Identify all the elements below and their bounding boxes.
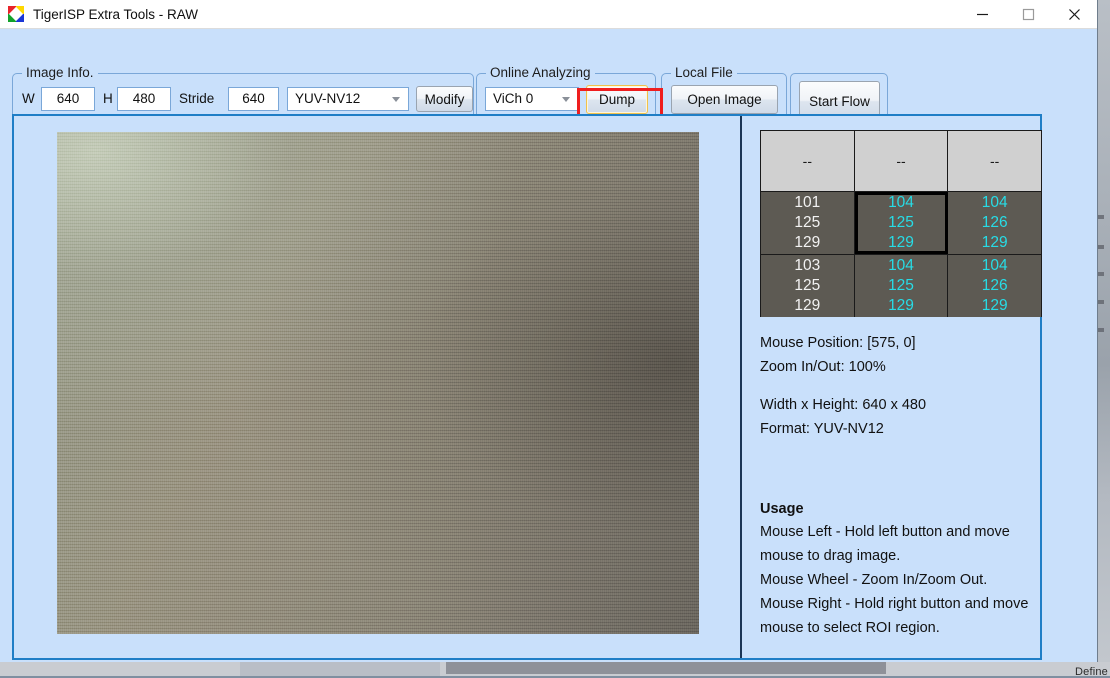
pixel-y-value: 101 (794, 193, 820, 213)
table-header-cell: -- (855, 131, 949, 191)
pixel-y-value: 103 (794, 256, 820, 276)
table-row: 101 125 129 104 125 129 104 126 129 (761, 191, 1041, 254)
image-status-readout: Mouse Position: [575, 0] Zoom In/Out: 10… (760, 331, 1042, 441)
pixel-y-value: 104 (888, 193, 914, 213)
zoom-level-text: Zoom In/Out: 100% (760, 355, 1042, 379)
channel-select-value: ViCh 0 (493, 88, 533, 110)
close-icon[interactable] (1051, 0, 1097, 28)
stride-input[interactable]: 640 (228, 87, 279, 111)
table-cell-selected[interactable]: 104 125 129 (855, 192, 949, 254)
usage-line: Mouse Left - Hold left button and move (760, 520, 1050, 544)
taskbar-window-strip[interactable] (446, 662, 886, 674)
channel-select[interactable]: ViCh 0 (485, 87, 579, 111)
table-header-cell: -- (948, 131, 1041, 191)
table-header-cell: -- (761, 131, 855, 191)
table-header-text: -- (896, 153, 905, 169)
pixel-v-value: 129 (888, 296, 914, 316)
format-select[interactable]: YUV-NV12 (287, 87, 409, 111)
app-diamond-icon (8, 6, 24, 22)
pixel-u-value: 126 (982, 276, 1008, 296)
usage-line: mouse to drag image. (760, 544, 1050, 568)
table-cell[interactable]: 104 126 129 (948, 192, 1041, 254)
usage-help: Usage Mouse Left - Hold left button and … (760, 498, 1050, 640)
pixel-u-value: 125 (888, 276, 914, 296)
pixel-u-value: 125 (794, 213, 820, 233)
usage-title: Usage (760, 498, 1050, 520)
height-input[interactable]: 480 (117, 87, 171, 111)
toolbar: Image Info. W 640 H 480 Stride 640 YUV-N… (0, 29, 1097, 113)
width-label: W (22, 91, 35, 107)
spacer (760, 379, 1042, 393)
chevron-down-icon (562, 97, 570, 102)
table-header-text: -- (803, 153, 812, 169)
raw-image-preview[interactable] (57, 132, 699, 634)
pixel-y-value: 104 (982, 193, 1008, 213)
pixel-value-table[interactable]: -- -- -- 101 125 129 (760, 130, 1042, 317)
minimize-icon[interactable] (959, 0, 1005, 28)
title-bar[interactable]: TigerISP Extra Tools - RAW (0, 0, 1097, 29)
stride-label: Stride (179, 91, 214, 107)
taskbar-tray[interactable]: Define (1080, 662, 1110, 676)
modify-button[interactable]: Modify (416, 86, 473, 112)
taskbar-text: Define (1075, 666, 1108, 678)
table-cell[interactable]: 104 125 129 (855, 255, 949, 317)
pixel-v-value: 129 (794, 296, 820, 316)
pixel-u-value: 125 (888, 213, 914, 233)
table-cell[interactable]: 104 126 129 (948, 255, 1041, 317)
taskbar-item[interactable] (240, 662, 440, 676)
width-input[interactable]: 640 (41, 87, 95, 111)
table-header-text: -- (990, 153, 999, 169)
group-image-info-caption: Image Info. (22, 65, 98, 80)
group-local-file-caption: Local File (671, 65, 737, 80)
pixel-u-value: 126 (982, 213, 1008, 233)
application-window: TigerISP Extra Tools - RAW Image Info. W… (0, 0, 1098, 662)
table-row-header: -- -- -- (761, 131, 1041, 191)
info-sidebar: -- -- -- 101 125 129 (750, 116, 1042, 658)
format-select-value: YUV-NV12 (295, 88, 360, 110)
main-panel: -- -- -- 101 125 129 (12, 114, 1042, 660)
panel-divider (740, 116, 742, 658)
usage-line: Mouse Right - Hold right button and move (760, 592, 1050, 616)
pixel-u-value: 125 (794, 276, 820, 296)
image-viewer[interactable] (57, 132, 699, 634)
window-controls (959, 0, 1097, 28)
window-title: TigerISP Extra Tools - RAW (33, 7, 198, 22)
pixel-y-value: 104 (888, 256, 914, 276)
pixel-v-value: 129 (982, 296, 1008, 316)
maximize-icon[interactable] (1005, 0, 1051, 28)
table-cell[interactable]: 103 125 129 (761, 255, 855, 317)
mouse-position-text: Mouse Position: [575, 0] (760, 331, 1042, 355)
table-row: 103 125 129 104 125 129 104 126 129 (761, 254, 1041, 317)
pixel-v-value: 129 (794, 233, 820, 253)
pixel-v-value: 129 (888, 233, 914, 253)
pixel-v-value: 129 (982, 233, 1008, 253)
height-label: H (103, 91, 113, 107)
format-text: Format: YUV-NV12 (760, 417, 1042, 441)
pixel-y-value: 104 (982, 256, 1008, 276)
open-image-button[interactable]: Open Image (671, 85, 778, 114)
usage-line: mouse to select ROI region. (760, 616, 1050, 640)
group-online-analyzing-caption: Online Analyzing (486, 65, 595, 80)
image-grain-overlay (57, 132, 699, 634)
dimensions-text: Width x Height: 640 x 480 (760, 393, 1042, 417)
chevron-down-icon (392, 97, 400, 102)
usage-line: Mouse Wheel - Zoom In/Zoom Out. (760, 568, 1050, 592)
table-cell[interactable]: 101 125 129 (761, 192, 855, 254)
